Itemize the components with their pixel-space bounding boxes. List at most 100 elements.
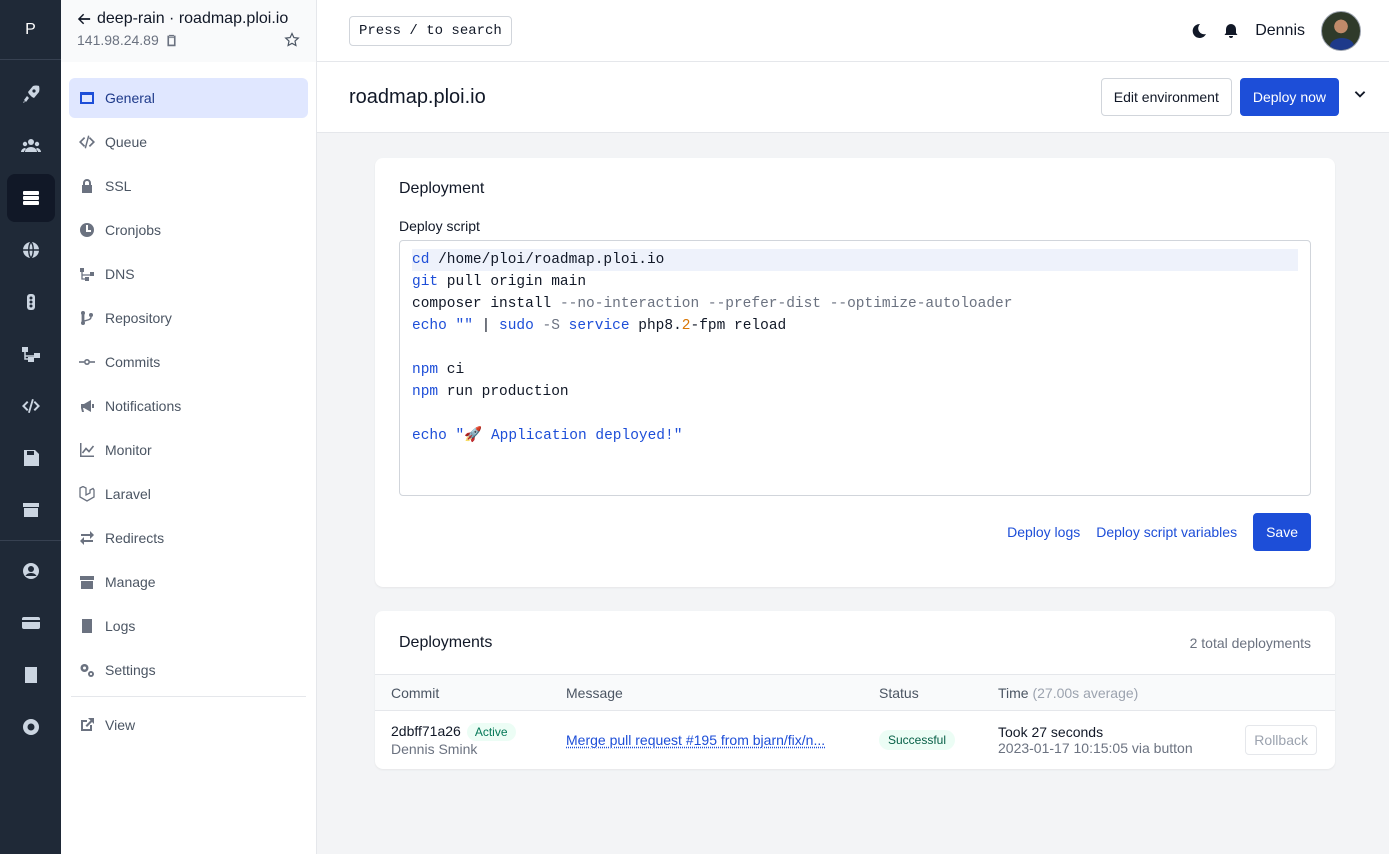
nav-notifications[interactable]: Notifications [69,386,308,426]
search-hint[interactable]: Press / to search [349,15,512,46]
status-cell: Successful [863,729,982,750]
logo[interactable]: P [0,0,61,60]
nav-redirects[interactable]: Redirects [69,518,308,558]
laravel-icon [79,486,95,502]
commit-author: Dennis Smink [391,740,478,757]
star-icon[interactable] [284,32,300,48]
store-icon [22,503,39,517]
deploy-logs-link[interactable]: Deploy logs [1007,524,1080,540]
time-cell: Took 27 seconds 2023-01-17 10:15:05 via … [982,724,1222,756]
nav-queue[interactable]: Queue [69,122,308,162]
deploy-options-dropdown[interactable] [1347,88,1367,107]
rail-traffic[interactable] [0,276,61,328]
rail-save[interactable] [0,432,61,484]
nav-laravel[interactable]: Laravel [69,474,308,514]
server-title[interactable]: deep-rain · roadmap.ploi.io [77,10,300,28]
rollback-button[interactable]: Rollback [1245,724,1317,755]
col-message: Message [566,684,623,701]
table-header: Commit Message Status Time (27.00s avera… [375,675,1335,711]
timestamp: 2023-01-17 10:15:05 via button [998,739,1193,756]
active-rail-indicator [6,174,55,222]
commit-hash: 2dbff71a26 [391,722,461,739]
code-icon [79,135,95,149]
rail-divider [0,540,61,541]
col-time: Time (27.00s average) [998,684,1139,701]
nav-settings[interactable]: Settings [69,650,308,690]
traffic-light-icon [26,294,35,310]
deployment-card: Deployment Deploy script cd /home/ploi/r… [375,158,1335,587]
box-icon [80,576,94,589]
branch-icon [81,311,93,325]
actions-cell: Rollback [1222,724,1335,755]
arrow-left-icon[interactable] [77,12,91,26]
rail-rocket[interactable] [0,68,61,120]
nav-cronjobs[interactable]: Cronjobs [69,210,308,250]
commit-cell: 2dbff71a26 Active Dennis Smink [375,722,550,757]
code-icon [21,399,40,413]
arrows-right-left-icon [80,531,94,545]
edit-environment-button[interactable]: Edit environment [1100,78,1232,116]
chevron-down-icon [1354,90,1366,98]
nav-divider [71,696,306,697]
rail-network[interactable] [0,328,61,380]
deployments-title: Deployments [399,633,493,651]
deploy-script-editor[interactable]: cd /home/ploi/roadmap.ploi.io git pull o… [399,240,1311,496]
rail-store[interactable] [0,484,61,536]
external-link-icon [81,718,94,731]
commit-message-link[interactable]: Merge pull request #195 from bjarn/fix/n… [566,732,825,748]
code-line: npm ci [412,362,465,378]
clipboard-icon[interactable] [165,34,178,47]
save-button[interactable]: Save [1253,513,1311,551]
nav-view[interactable]: View [69,705,308,745]
server-ip-row: 141.98.24.89 [77,32,300,48]
deploy-now-button[interactable]: Deploy now [1239,78,1339,116]
deploy-actions: Deploy logs Deploy script variables Save [399,513,1311,551]
code-line: echo "" | sudo -S service php8.2-fpm rel… [412,318,787,334]
site-nav: General Queue SSL Cronjobs DNS Repositor… [61,62,316,745]
nav-repository[interactable]: Repository [69,298,308,338]
rail-docs[interactable] [0,649,61,701]
servers-icon [22,191,39,205]
deployments-header: Deployments 2 total deployments [375,611,1335,675]
book-icon [82,619,92,633]
gears-icon [80,664,94,677]
code-line: cd /home/ploi/roadmap.ploi.io [412,249,1298,271]
nav-ssl[interactable]: SSL [69,166,308,206]
rail-servers[interactable] [0,172,61,224]
nav-general[interactable]: General [69,78,308,118]
page-title: roadmap.ploi.io [349,85,486,108]
site-sidebar: deep-rain · roadmap.ploi.io 141.98.24.89… [61,0,317,854]
deployment-title: Deployment [399,180,485,197]
code-line: ​ [412,403,1298,425]
nav-manage[interactable]: Manage [69,562,308,602]
deploy-script-variables-link[interactable]: Deploy script variables [1096,524,1237,540]
network-icon [21,347,40,362]
col-status: Status [879,684,919,701]
username[interactable]: Dennis [1255,22,1305,40]
nav-commits[interactable]: Commits [69,342,308,382]
message-cell: Merge pull request #195 from bjarn/fix/n… [550,732,863,748]
network-icon [80,268,94,281]
rail-users[interactable] [0,120,61,172]
save-icon [23,450,39,466]
nav-dns[interactable]: DNS [69,254,308,294]
rail-account[interactable] [0,545,61,597]
globe-icon [22,241,39,259]
icon-rail: P [0,0,61,854]
avatar[interactable] [1321,10,1361,51]
moon-icon[interactable] [1191,23,1207,39]
rail-code[interactable] [0,380,61,432]
status-badge: Successful [879,729,956,750]
deployments-card: Deployments 2 total deployments Commit M… [375,611,1335,769]
nav-logs[interactable]: Logs [69,606,308,646]
bell-icon[interactable] [1223,23,1239,39]
line-chart-icon [80,443,95,457]
code-line: npm run production [412,384,569,400]
code-line: composer install --no-interaction --pref… [412,296,1013,312]
rail-billing[interactable] [0,597,61,649]
rail-support[interactable] [0,701,61,753]
nav-monitor[interactable]: Monitor [69,430,308,470]
rail-globe[interactable] [0,224,61,276]
code-line: echo "🚀 Application deployed!" [412,428,683,444]
lock-icon [82,179,92,193]
